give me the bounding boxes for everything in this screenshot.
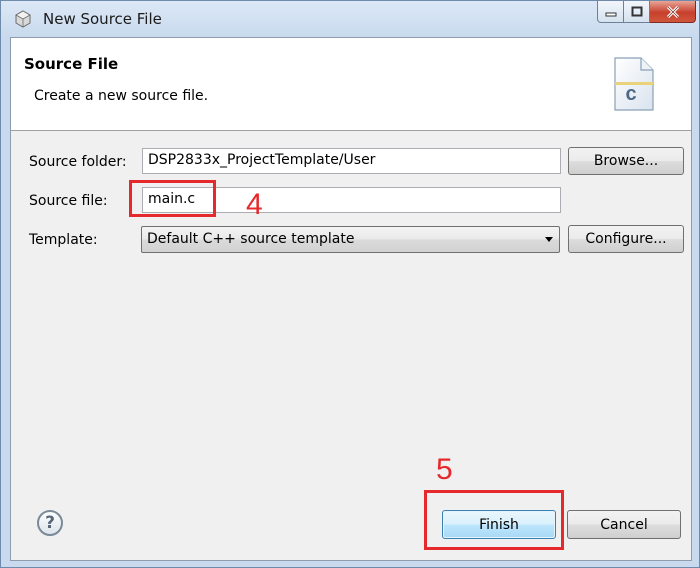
browse-button-label: Browse... bbox=[593, 153, 659, 169]
annotation-box-finish bbox=[424, 490, 564, 550]
maximize-button[interactable] bbox=[624, 1, 650, 23]
dialog-content: Source File Create a new source file. c … bbox=[10, 37, 692, 561]
template-label: Template: bbox=[29, 232, 98, 248]
source-file-label: Source file: bbox=[29, 193, 108, 209]
source-folder-input[interactable]: DSP2833x_ProjectTemplate/User bbox=[142, 148, 561, 174]
page-description: Create a new source file. bbox=[34, 88, 209, 104]
help-icon[interactable]: ? bbox=[37, 510, 63, 536]
svg-text:c: c bbox=[625, 83, 636, 105]
cancel-button-label: Cancel bbox=[600, 516, 648, 533]
browse-button[interactable]: Browse... bbox=[568, 147, 684, 175]
configure-button[interactable]: Configure... bbox=[568, 225, 684, 253]
minimize-icon bbox=[605, 12, 616, 16]
template-select[interactable]: Default C++ source template bbox=[141, 226, 560, 253]
close-icon bbox=[666, 5, 679, 18]
close-button[interactable] bbox=[650, 1, 696, 23]
annotation-step-4: 4 bbox=[246, 188, 263, 221]
eclipse-cube-icon bbox=[15, 10, 31, 28]
dropdown-arrow-icon bbox=[545, 237, 553, 242]
c-source-file-icon: c bbox=[614, 57, 654, 111]
source-folder-label: Source folder: bbox=[29, 154, 127, 170]
window-title: New Source File bbox=[43, 10, 162, 28]
minimize-button[interactable] bbox=[597, 1, 624, 23]
annotation-box-source-file bbox=[129, 180, 216, 217]
dialog-window: New Source File Source File Create a new… bbox=[0, 0, 700, 568]
page-title: Source File bbox=[24, 55, 119, 73]
template-selected-value: Default C++ source template bbox=[147, 231, 355, 247]
annotation-step-5: 5 bbox=[436, 453, 453, 486]
configure-button-label: Configure... bbox=[585, 231, 667, 247]
source-folder-value: DSP2833x_ProjectTemplate/User bbox=[148, 152, 376, 168]
cancel-button[interactable]: Cancel bbox=[567, 510, 681, 539]
maximize-icon bbox=[631, 6, 642, 17]
wizard-header: Source File Create a new source file. c bbox=[11, 38, 691, 131]
title-bar[interactable]: New Source File bbox=[1, 1, 700, 37]
